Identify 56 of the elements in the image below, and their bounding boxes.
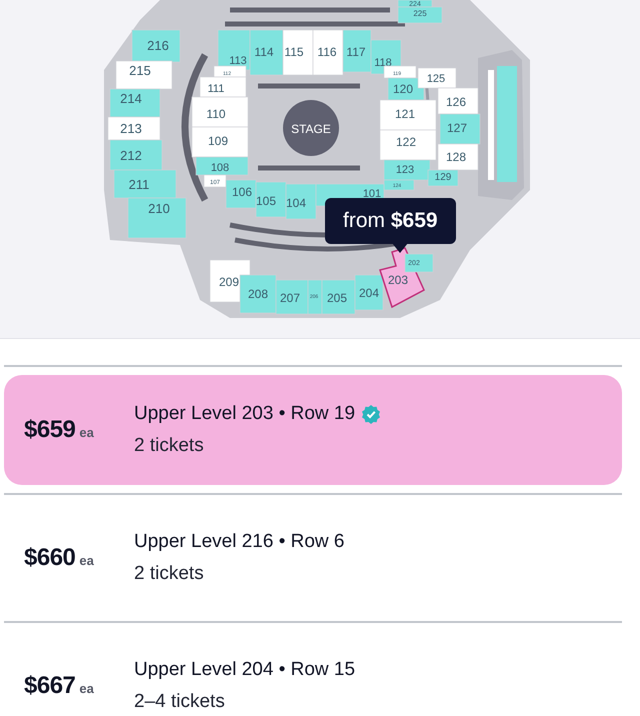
section-label: 208 (248, 287, 268, 301)
section-label: 109 (208, 134, 228, 148)
section-label: 127 (446, 121, 468, 135)
section-label: 116 (317, 45, 337, 59)
price-unit: ea (79, 425, 94, 440)
section-label: 213 (120, 121, 142, 136)
section-label: 215 (129, 63, 151, 78)
stage-label: STAGE (291, 122, 331, 136)
section-label: 106 (232, 185, 252, 199)
section-label: 225 (413, 9, 427, 18)
listing-row[interactable]: $667 ea Upper Level 204 • Row 15 2–4 tickets (4, 631, 622, 716)
listing-title: Upper Level 203 • Row 19 (134, 403, 356, 425)
listing-row[interactable]: $659 ea Upper Level 203 • Row 19 2 tickets (4, 375, 622, 485)
tooltip-pointer-icon (392, 243, 408, 253)
section-label: 214 (120, 91, 142, 106)
section-label: 123 (396, 164, 414, 176)
listing-title: Upper Level 204 • Row 15 (134, 659, 356, 681)
section-label: 110 (206, 107, 226, 121)
listing-price: $660 (24, 544, 76, 572)
ticket-count: 2 tickets (134, 435, 205, 457)
section-label: 212 (120, 148, 142, 163)
price-tooltip: from $659 (325, 198, 456, 244)
listing-price: $659 (24, 416, 76, 444)
section-label: 207 (280, 291, 300, 305)
listing-price: $667 (24, 672, 76, 700)
ticket-count: 2–4 tickets (134, 691, 226, 713)
section-label: 210 (148, 201, 170, 216)
price-unit: ea (79, 681, 94, 696)
section-label: 204 (358, 286, 380, 300)
section-label: 118 (374, 57, 392, 69)
section-label: 111 (208, 83, 224, 95)
section-label: 209 (218, 275, 240, 289)
price-unit: ea (79, 553, 94, 568)
section-label: 104 (286, 196, 306, 210)
section-label: 205 (326, 291, 348, 305)
section-label: 101 (362, 188, 382, 200)
section-label: 122 (396, 135, 416, 149)
section-label: 117 (346, 45, 366, 59)
listing-row[interactable]: $660 ea Upper Level 216 • Row 6 2 tickets (4, 503, 622, 613)
stage (283, 100, 339, 156)
listing-title: Upper Level 216 • Row 6 (134, 531, 344, 553)
section-label: 125 (426, 73, 446, 85)
section-label: 211 (128, 177, 150, 192)
section-label: 115 (284, 45, 304, 59)
section-label: 114 (254, 45, 274, 59)
section-label: 216 (147, 38, 169, 53)
section-label: 105 (256, 194, 276, 208)
section-label: 129 (434, 172, 452, 183)
section-label: 113 (229, 55, 247, 67)
section-label: 108 (210, 162, 230, 174)
section-label: 128 (446, 150, 466, 164)
section-label: 120 (392, 82, 414, 96)
section-label: 203 (388, 273, 408, 287)
section-label: 121 (394, 107, 416, 121)
ticket-count: 2 tickets (134, 563, 205, 585)
section-label: 126 (446, 95, 466, 109)
